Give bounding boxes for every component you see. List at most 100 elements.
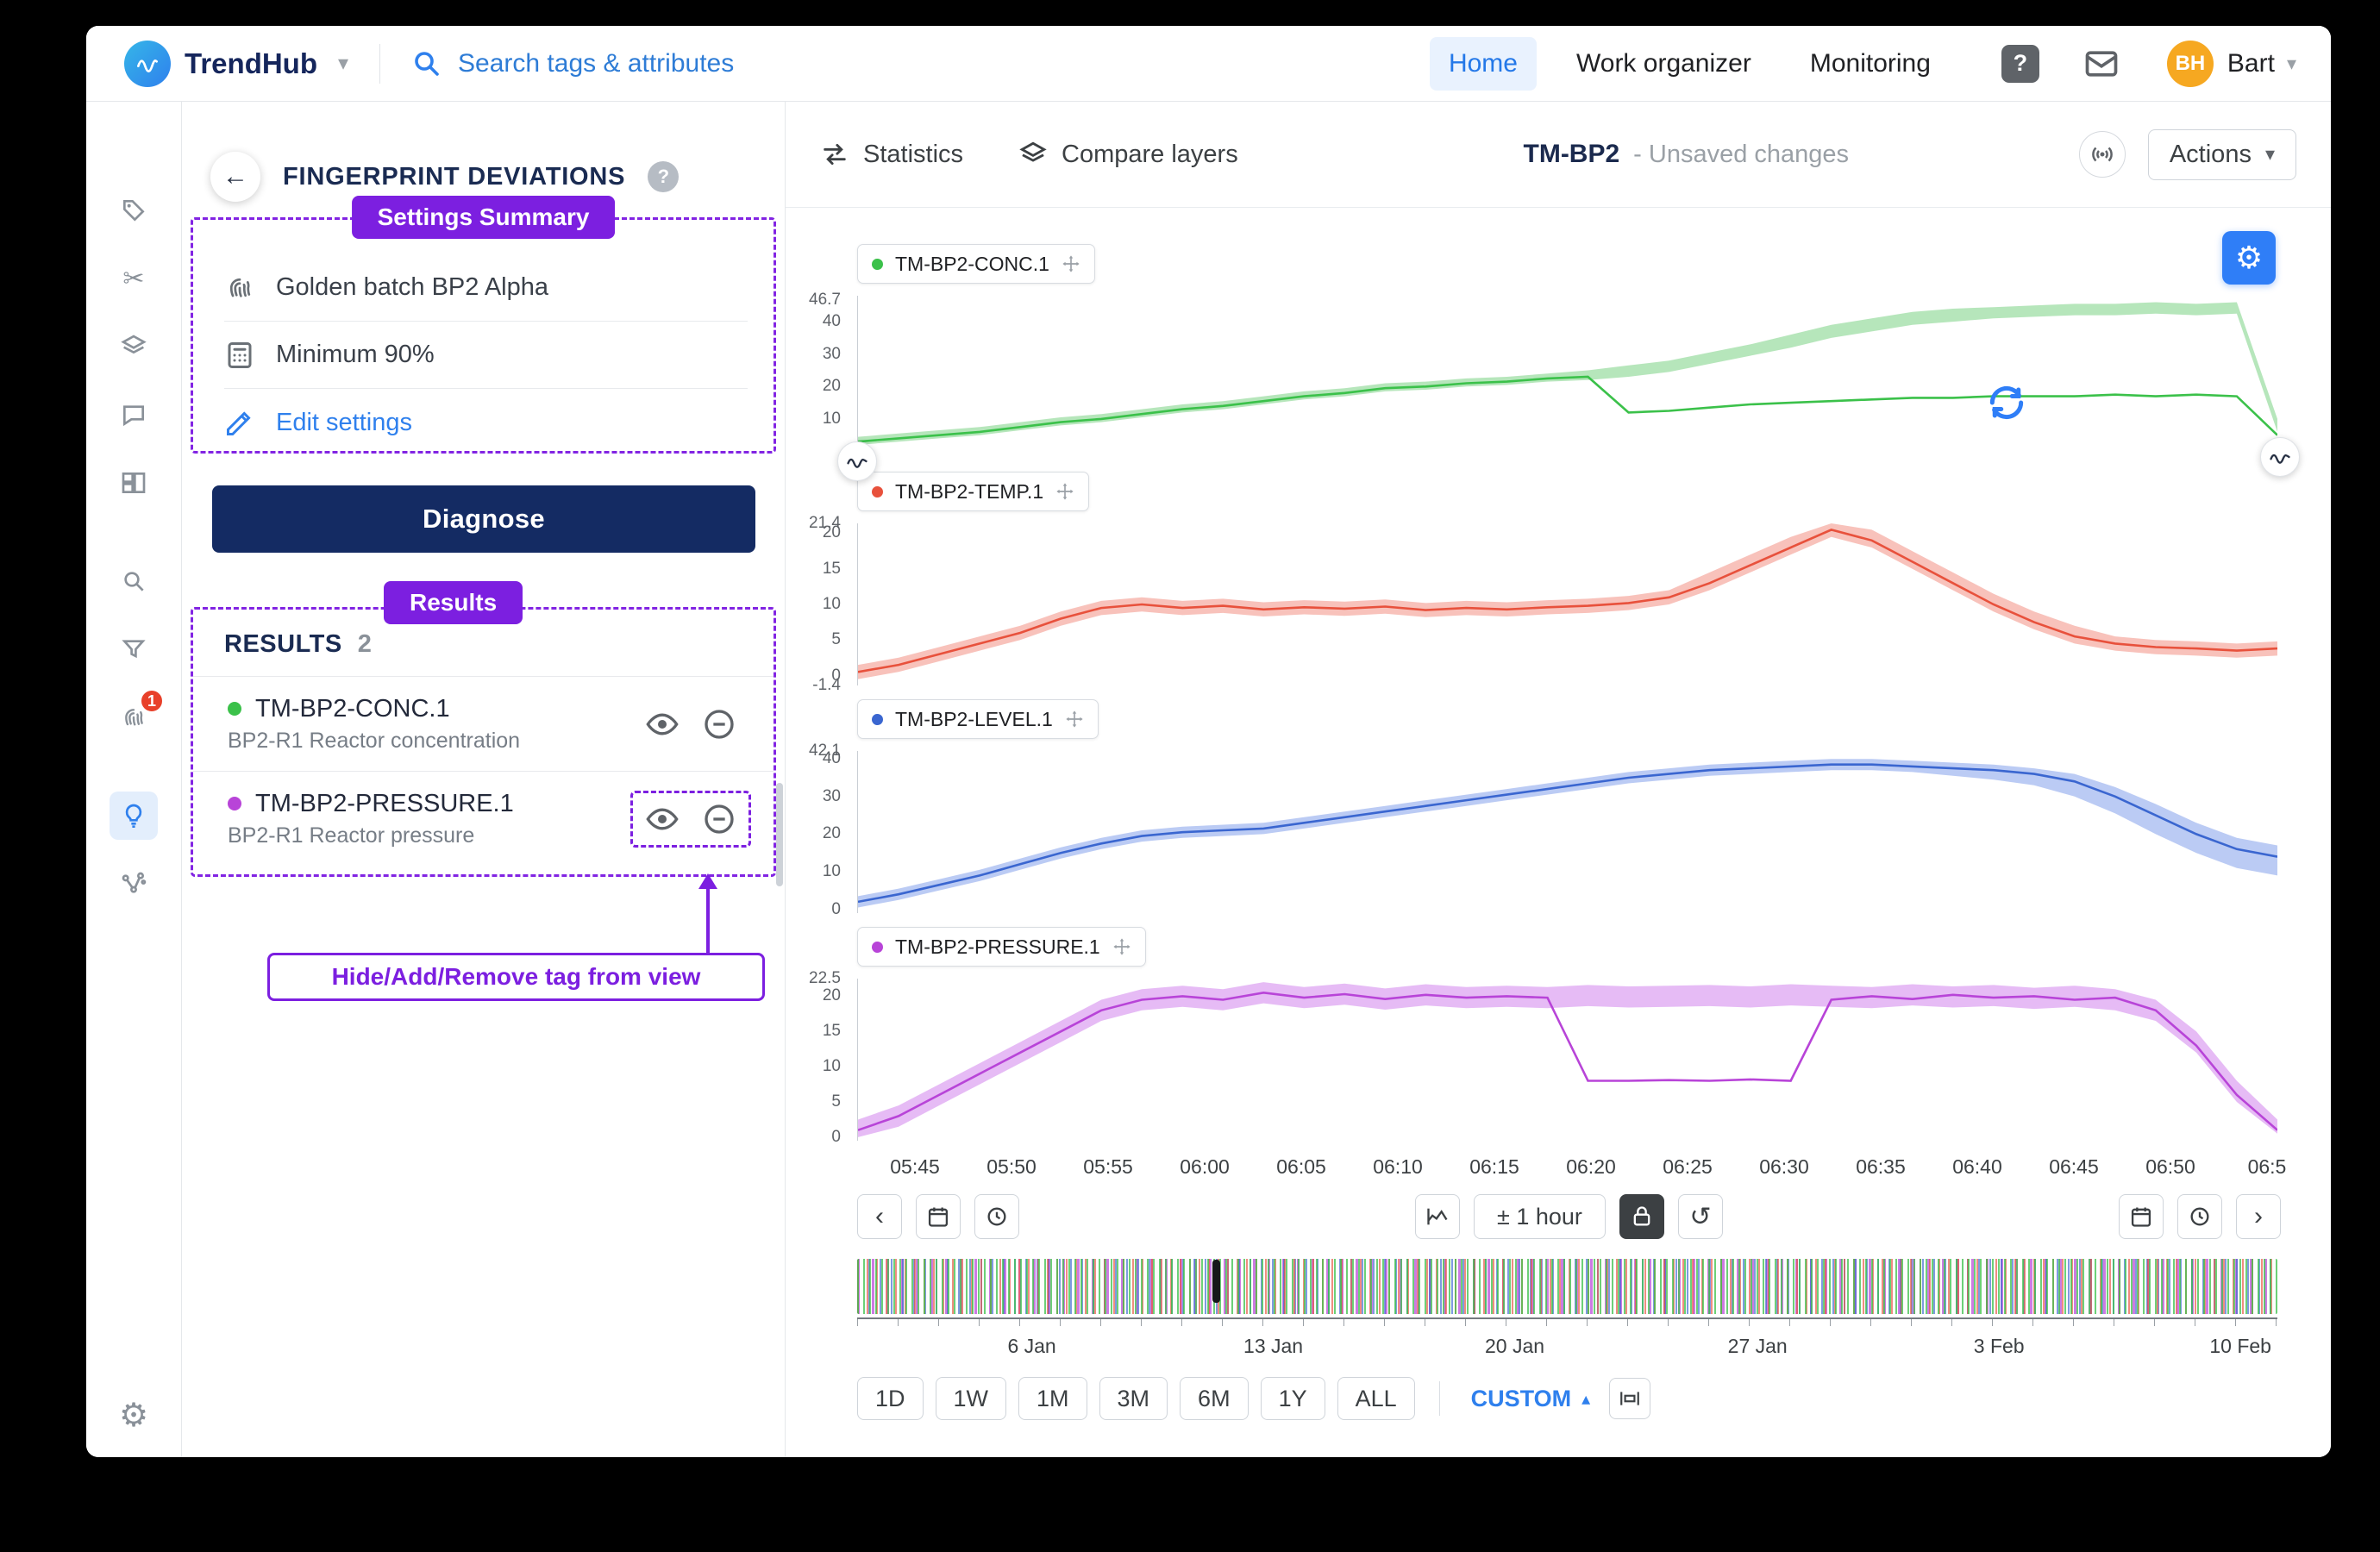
- previous-icon[interactable]: ‹: [857, 1194, 902, 1239]
- network-icon[interactable]: [110, 860, 158, 908]
- setting-fingerprint-row: Golden batch BP2 Alpha: [224, 254, 748, 322]
- back-button[interactable]: ←: [210, 152, 260, 202]
- calendar-start-icon[interactable]: [916, 1194, 961, 1239]
- history-icon[interactable]: ↺: [1678, 1194, 1723, 1239]
- zoomrow-divider: [1439, 1381, 1440, 1416]
- chart-scale-icon[interactable]: [1415, 1194, 1460, 1239]
- settings-gear-icon[interactable]: ⚙: [119, 1396, 148, 1435]
- nav-work-organizer[interactable]: Work organizer: [1557, 37, 1770, 91]
- brand-caret-icon[interactable]: ▾: [338, 51, 348, 76]
- move-icon[interactable]: [1112, 937, 1131, 956]
- results-label: RESULTS: [224, 630, 342, 659]
- panel-help-icon[interactable]: ?: [648, 161, 679, 192]
- scissors-icon[interactable]: ✂: [110, 254, 158, 303]
- search-rail-icon[interactable]: [110, 557, 158, 605]
- custom-range-button[interactable]: CUSTOM ▴: [1464, 1386, 1598, 1412]
- eye-icon[interactable]: [645, 802, 680, 836]
- mail-icon[interactable]: [2082, 45, 2120, 83]
- search-input[interactable]: [458, 49, 941, 78]
- diagnose-button[interactable]: Diagnose: [212, 485, 755, 553]
- swap-arrows-icon: [820, 140, 849, 169]
- tag-chip-level[interactable]: TM-BP2-LEVEL.1: [857, 699, 1099, 739]
- trend-handle-left[interactable]: [837, 441, 877, 481]
- dashboard-icon[interactable]: [110, 459, 158, 507]
- custom-label: CUSTOM: [1471, 1386, 1572, 1412]
- zoom-1d-button[interactable]: 1D: [857, 1377, 924, 1420]
- zoom-1y-button[interactable]: 1Y: [1261, 1377, 1325, 1420]
- tag-chip-temp[interactable]: TM-BP2-TEMP.1: [857, 472, 1089, 511]
- edit-settings-label: Edit settings: [276, 409, 412, 437]
- eye-icon[interactable]: [645, 707, 680, 742]
- chip-label: TM-BP2-PRESSURE.1: [895, 936, 1100, 959]
- edit-settings-link[interactable]: Edit settings: [224, 389, 748, 456]
- chip-label: TM-BP2-TEMP.1: [895, 480, 1043, 504]
- custom-caret-icon: ▴: [1581, 1388, 1590, 1410]
- result-actions-highlighted: [630, 791, 751, 848]
- result-tag-desc: BP2-R1 Reactor pressure: [228, 823, 630, 848]
- date-labels: 6 Jan13 Jan20 Jan27 Jan3 Feb10 Feb: [857, 1335, 2277, 1361]
- zoom-all-button[interactable]: ALL: [1337, 1377, 1415, 1420]
- avatar[interactable]: BH: [2167, 41, 2214, 87]
- filter-icon[interactable]: [110, 625, 158, 673]
- plot-temp[interactable]: [857, 523, 2277, 685]
- actions-caret-icon: ▾: [2265, 143, 2275, 166]
- plot-conc[interactable]: [857, 296, 2277, 458]
- charts-stack: TM-BP2-CONC.1 46.740302010 TM-BP2-TEMP.1…: [786, 208, 2331, 1155]
- compare-layers-label: Compare layers: [1062, 141, 1238, 169]
- comment-icon[interactable]: [110, 391, 158, 439]
- move-icon[interactable]: [1065, 710, 1084, 729]
- zoom-3m-button[interactable]: 3M: [1099, 1377, 1168, 1420]
- tag-chip-conc[interactable]: TM-BP2-CONC.1: [857, 244, 1095, 284]
- layers-icon[interactable]: [110, 322, 158, 371]
- live-broadcast-icon[interactable]: [2079, 131, 2126, 178]
- lock-icon[interactable]: [1619, 1194, 1664, 1239]
- results-box: RESULTS 2 TM-BP2-CONC.1 BP2-R1 Reactor c…: [191, 607, 776, 877]
- chart-settings-gear-button[interactable]: ⚙: [2222, 231, 2276, 285]
- user-menu-caret-icon[interactable]: ▾: [2287, 53, 2296, 75]
- remove-icon[interactable]: [702, 707, 736, 742]
- clock-end-icon[interactable]: [2177, 1194, 2222, 1239]
- user-name[interactable]: Bart: [2227, 49, 2275, 78]
- main-area: ✂ 1: [86, 102, 2331, 1457]
- lightbulb-icon[interactable]: [110, 792, 158, 840]
- zoom-6m-button[interactable]: 6M: [1180, 1377, 1249, 1420]
- result-row-conc[interactable]: TM-BP2-CONC.1 BP2-R1 Reactor concentrati…: [193, 676, 774, 771]
- clock-start-icon[interactable]: [974, 1194, 1019, 1239]
- layers-icon: [1018, 140, 1048, 169]
- help-icon[interactable]: ?: [2001, 45, 2039, 83]
- panel-scrollbar[interactable]: [776, 783, 783, 886]
- pencil-icon: [224, 407, 255, 438]
- settings-summary-box: Golden batch BP2 Alpha Minimum 90% Edit …: [191, 217, 776, 454]
- view-title: TM-BP2 - Unsaved changes: [1293, 140, 2079, 169]
- tag-chip-pressure[interactable]: TM-BP2-PRESSURE.1: [857, 927, 1146, 967]
- move-icon[interactable]: [1055, 482, 1074, 501]
- results-count: 2: [358, 630, 372, 659]
- zoom-1w-button[interactable]: 1W: [936, 1377, 1007, 1420]
- global-search[interactable]: [411, 48, 941, 79]
- move-icon[interactable]: [1062, 254, 1080, 273]
- statistics-button[interactable]: Statistics: [820, 140, 963, 169]
- next-icon[interactable]: ›: [2236, 1194, 2281, 1239]
- settings-summary-annotation: Settings Summary: [352, 196, 616, 239]
- fingerprint-icon[interactable]: 1: [110, 693, 158, 742]
- refresh-sync-button[interactable]: [1983, 379, 2030, 426]
- actions-button[interactable]: Actions ▾: [2148, 129, 2296, 180]
- compare-layers-button[interactable]: Compare layers: [1018, 140, 1238, 169]
- nav-monitoring[interactable]: Monitoring: [1791, 37, 1950, 91]
- nav-home[interactable]: Home: [1430, 37, 1537, 91]
- zoom-1m-button[interactable]: 1M: [1018, 1377, 1087, 1420]
- plot-pressure[interactable]: [857, 979, 2277, 1141]
- brand-name: TrendHub: [185, 47, 317, 80]
- calendar-end-icon[interactable]: [2119, 1194, 2164, 1239]
- trend-squiggle-icon: [845, 449, 869, 473]
- context-slider-handle[interactable]: [1212, 1260, 1220, 1303]
- plot-level[interactable]: [857, 751, 2277, 913]
- context-overview-strip[interactable]: [857, 1259, 2277, 1314]
- trend-handle-right[interactable]: [2260, 437, 2300, 477]
- result-row-pressure[interactable]: TM-BP2-PRESSURE.1 BP2-R1 Reactor pressur…: [193, 771, 774, 866]
- time-range-button[interactable]: ± 1 hour: [1474, 1194, 1606, 1239]
- interval-icon[interactable]: [1609, 1378, 1650, 1419]
- result-texts: TM-BP2-CONC.1 BP2-R1 Reactor concentrati…: [228, 695, 630, 754]
- remove-icon[interactable]: [702, 802, 736, 836]
- tag-icon[interactable]: [110, 186, 158, 235]
